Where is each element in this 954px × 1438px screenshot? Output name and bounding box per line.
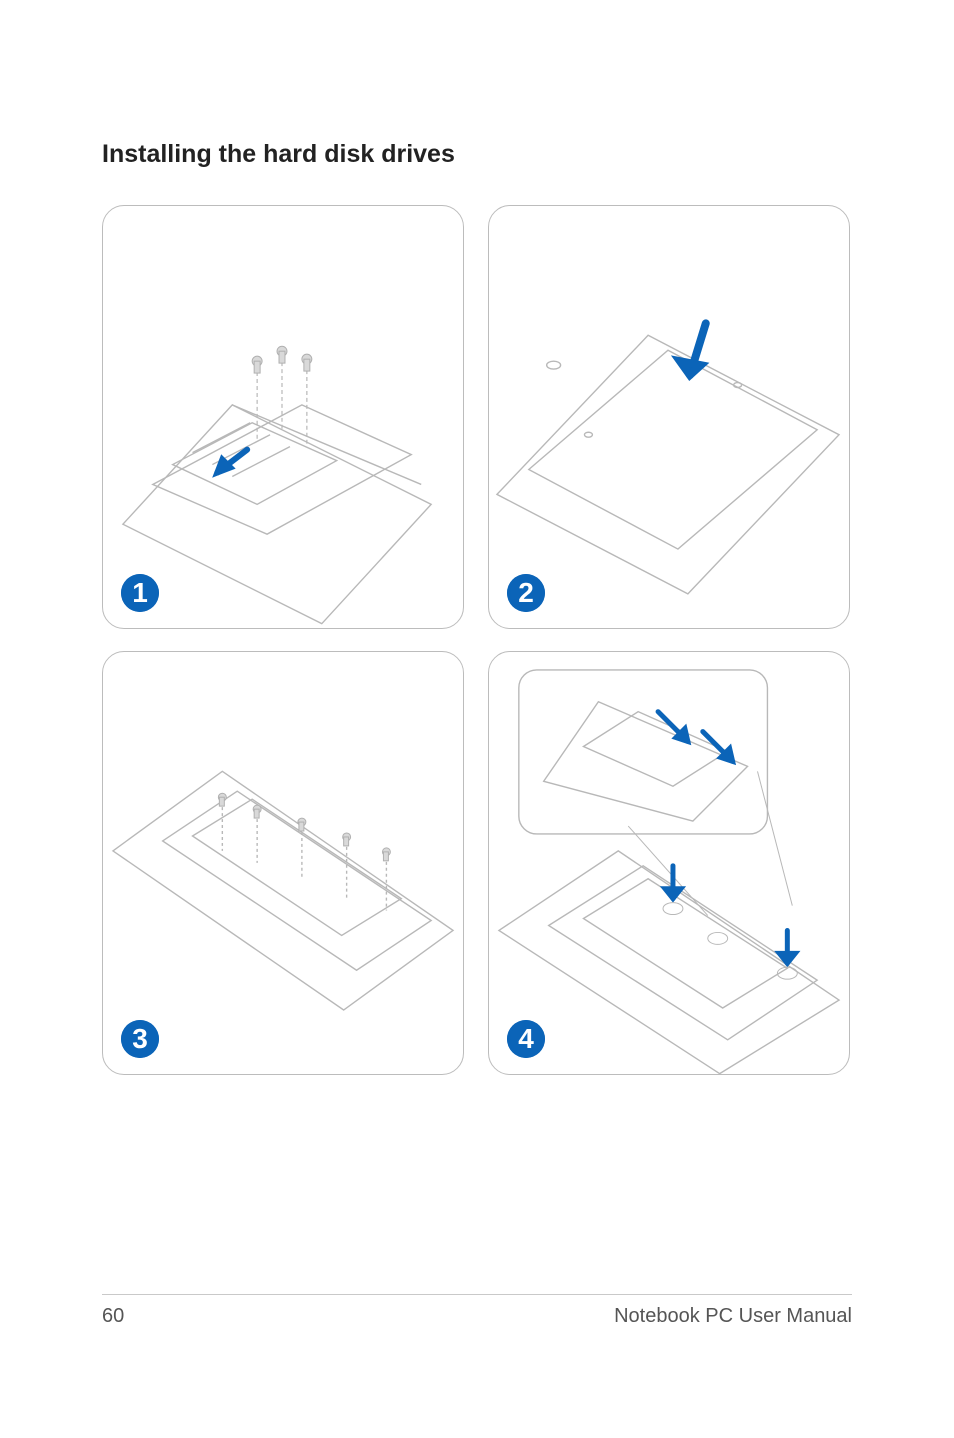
diagram-step-3 xyxy=(103,652,463,1074)
step-panels: 1 2 xyxy=(102,205,852,1075)
diagram-step-1 xyxy=(103,206,463,628)
step-panel-4: 4 xyxy=(488,651,850,1075)
page-footer: 60 Notebook PC User Manual xyxy=(102,1294,852,1328)
diagram-step-4 xyxy=(489,652,849,1074)
step-number-badge: 1 xyxy=(121,574,159,612)
page-number: 60 xyxy=(102,1305,124,1328)
step-panel-1: 1 xyxy=(102,205,464,629)
section-heading: Installing the hard disk drives xyxy=(102,140,852,169)
footer-manual-title: Notebook PC User Manual xyxy=(614,1305,852,1328)
step-number-badge: 3 xyxy=(121,1020,159,1058)
step-number-badge: 4 xyxy=(507,1020,545,1058)
step-number-badge: 2 xyxy=(507,574,545,612)
manual-page: Installing the hard disk drives xyxy=(0,0,954,1438)
step-panel-3: 3 xyxy=(102,651,464,1075)
step-panel-2: 2 xyxy=(488,205,850,629)
diagram-step-2 xyxy=(489,206,849,628)
